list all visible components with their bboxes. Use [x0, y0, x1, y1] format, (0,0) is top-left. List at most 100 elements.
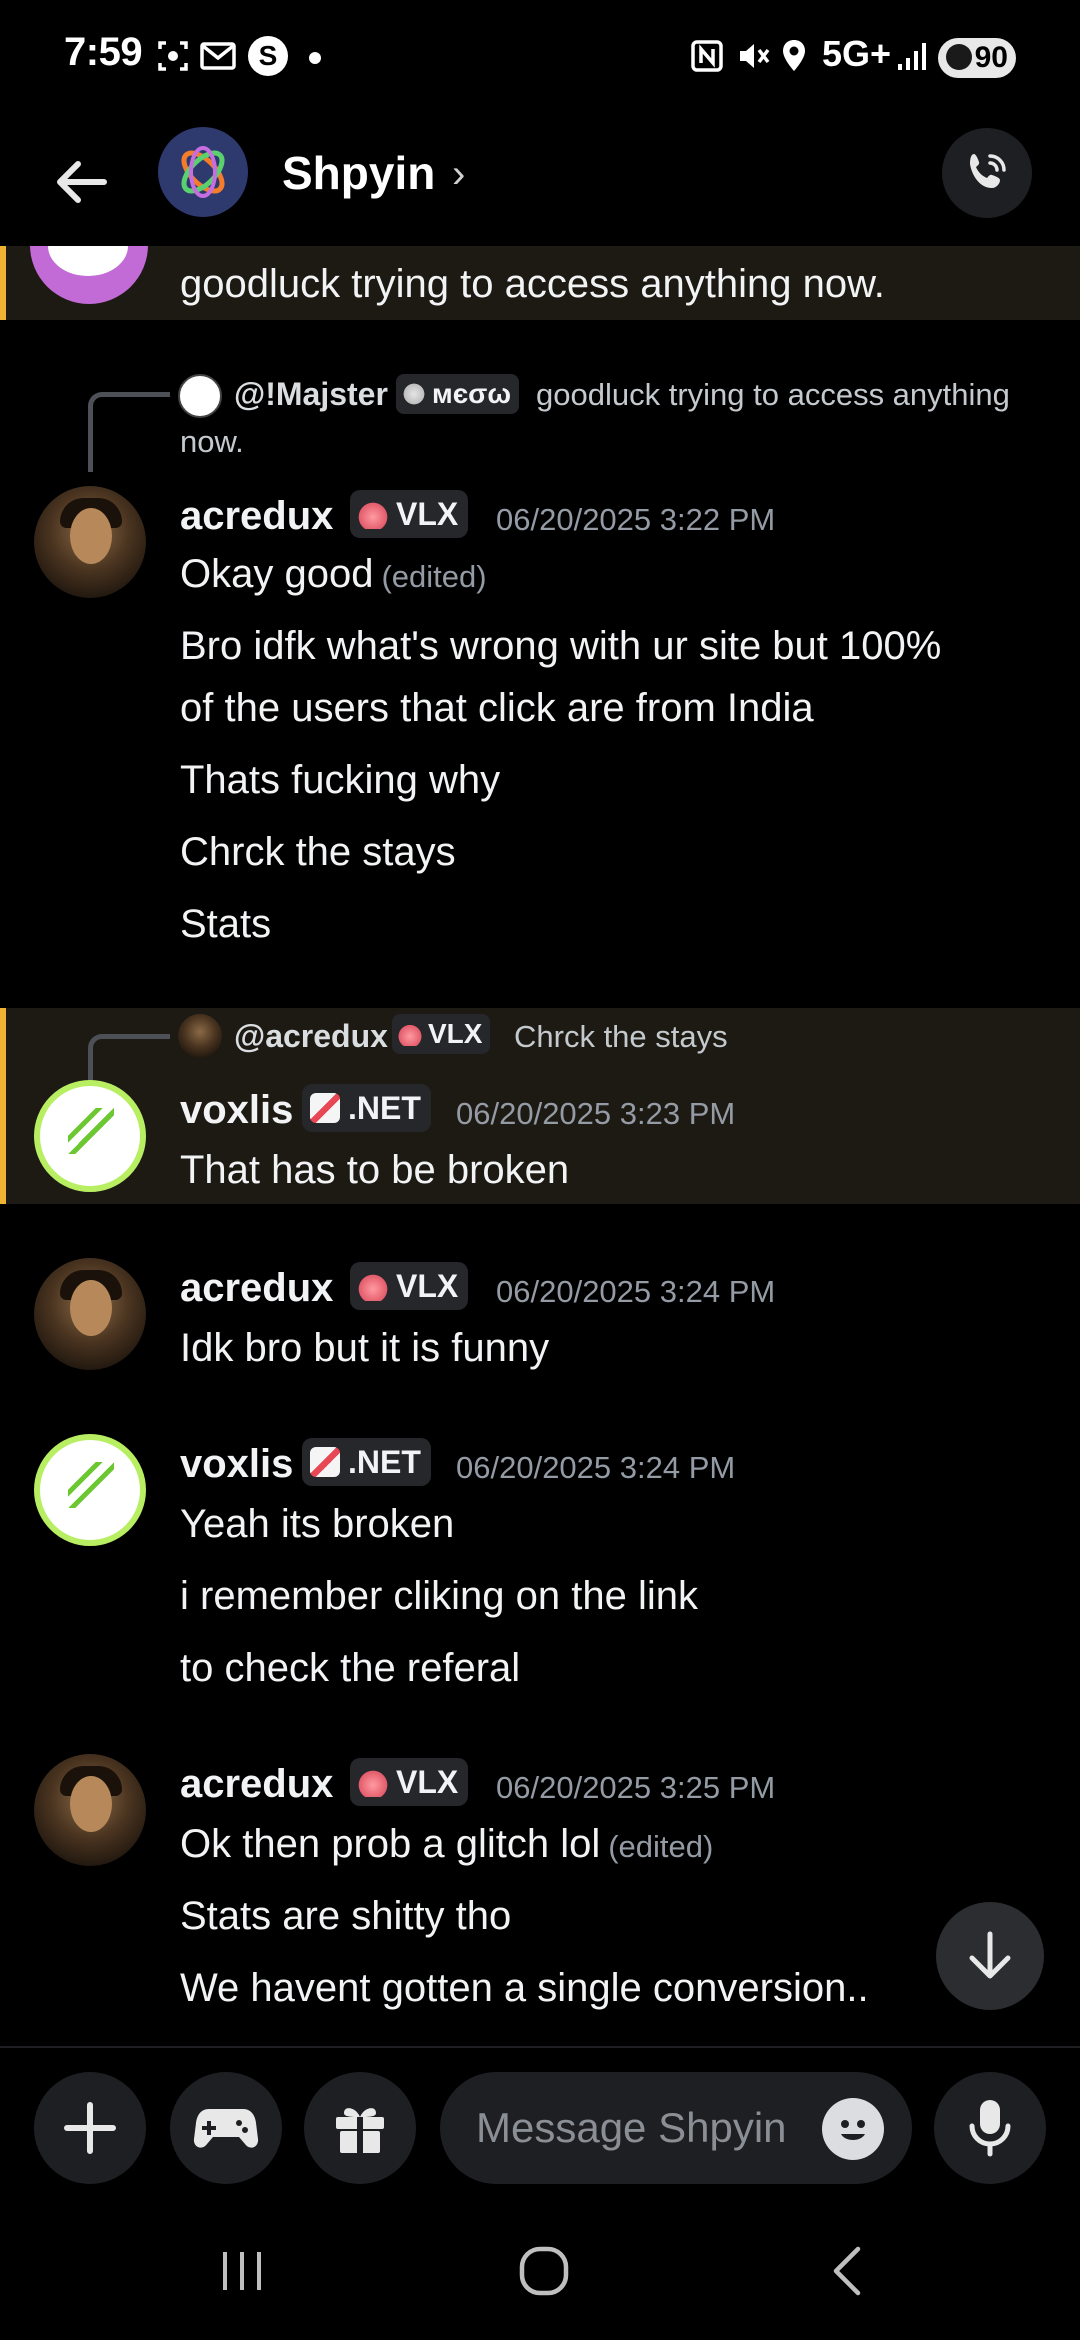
role-tag-label: .NET: [348, 1089, 421, 1126]
jump-to-latest-button[interactable]: [936, 1902, 1044, 2010]
reply-preview[interactable]: goodluck trying to access anything: [536, 372, 1010, 418]
arrow-down-icon: [969, 1931, 1011, 1979]
reply-preview-continued[interactable]: now.: [180, 419, 244, 465]
message-author[interactable]: acredux: [180, 1762, 333, 1807]
server-logo-icon: [181, 146, 225, 198]
back-arrow-icon: [57, 161, 107, 203]
message-text: Bro idfk what's wrong with ur site but 1…: [180, 624, 942, 668]
message-list[interactable]: goodluck trying to access anything now. …: [0, 246, 1080, 2046]
battery-indicator: 90: [938, 38, 1016, 78]
sword-tag-icon: [310, 1093, 340, 1123]
avatar[interactable]: [34, 1434, 146, 1546]
vlx-tag-icon: [358, 1767, 388, 1797]
message-text: Thats fucking why: [180, 758, 501, 802]
reply-tag: мєσω: [396, 374, 519, 414]
message-timestamp: 06/20/2025 3:24 PM: [496, 1274, 776, 1309]
gift-button[interactable]: [304, 2072, 416, 2184]
role-tag: VLX: [350, 1758, 469, 1806]
avatar[interactable]: [34, 1258, 146, 1370]
message-composer: [0, 2046, 1080, 2206]
screenshot-icon: [156, 36, 190, 76]
vlx-tag-icon: [398, 1022, 422, 1046]
message-author[interactable]: voxlis: [180, 1088, 293, 1133]
reply-author[interactable]: @!Majster: [234, 376, 388, 413]
location-icon: [780, 36, 808, 76]
gamepad-icon: [193, 2109, 259, 2148]
avatar[interactable]: [34, 1754, 146, 1866]
reply-author[interactable]: @acredux: [234, 1018, 388, 1055]
notification-s-icon: S: [248, 36, 288, 76]
server-avatar[interactable]: [158, 127, 248, 217]
chevron-right-icon[interactable]: ›: [452, 152, 465, 197]
emoji-button[interactable]: [822, 2098, 884, 2160]
message-timestamp: 06/20/2025 3:22 PM: [496, 502, 776, 537]
role-tag: .NET: [302, 1084, 431, 1132]
edited-label: (edited): [608, 1829, 714, 1864]
message-author[interactable]: acredux: [180, 1266, 333, 1311]
vlx-tag-icon: [358, 1271, 388, 1301]
attach-button[interactable]: [34, 2072, 146, 2184]
activities-button[interactable]: [170, 2072, 282, 2184]
channel-title[interactable]: Shpyin: [282, 146, 435, 200]
role-tag-label: VLX: [396, 495, 459, 532]
recents-button[interactable]: [192, 2236, 292, 2306]
home-button[interactable]: [494, 2236, 594, 2306]
message-text: Stats: [180, 902, 272, 946]
voice-message-button[interactable]: [934, 2072, 1046, 2184]
message-text: Okay good (edited): [180, 552, 487, 596]
emoji-icon: [841, 2120, 865, 2140]
edited-label: (edited): [381, 559, 487, 594]
message-author[interactable]: voxlis: [180, 1442, 293, 1487]
nav-back-button[interactable]: [798, 2236, 898, 2306]
message-timestamp: 06/20/2025 3:24 PM: [456, 1450, 736, 1485]
message-text: of the users that click are from India: [180, 686, 814, 730]
status-bar: 7:59 S 5G+ 90: [0, 0, 1080, 120]
message-author[interactable]: acredux: [180, 494, 333, 539]
message-text: Chrck the stays: [180, 830, 456, 874]
message-text: Stats are shitty tho: [180, 1894, 512, 1938]
nfc-icon: [690, 36, 724, 76]
message-text: Idk bro but it is funny: [180, 1326, 550, 1370]
role-tag: .NET: [302, 1438, 431, 1486]
battery-saver-icon: [946, 44, 972, 70]
message-timestamp: 06/20/2025 3:25 PM: [496, 1770, 776, 1805]
reply-tag: VLX: [392, 1014, 491, 1054]
message-text: That has to be broken: [180, 1148, 570, 1192]
status-time: 7:59: [64, 30, 143, 74]
more-notifications-dot-icon: [309, 52, 321, 64]
reply-avatar[interactable]: [178, 1014, 222, 1058]
reply-connector: [88, 1034, 170, 1082]
sword-tag-icon: [310, 1447, 340, 1477]
avatar[interactable]: [34, 486, 146, 598]
gift-icon: [336, 2108, 384, 2153]
signal-icon: [896, 36, 928, 76]
reply-tag-label: мєσω: [432, 378, 511, 409]
nav-back-icon: [833, 2246, 861, 2296]
reply-avatar[interactable]: [178, 374, 222, 418]
message-text: Ok then prob a glitch lol (edited): [180, 1822, 714, 1866]
recents-icon: [223, 2252, 261, 2290]
message-text: goodluck trying to access anything now.: [180, 262, 885, 306]
avatar[interactable]: [34, 1080, 146, 1192]
battery-level: 90: [974, 41, 1008, 74]
call-icon: [970, 154, 1006, 188]
reply-preview[interactable]: Chrck the stays: [514, 1014, 728, 1060]
chat-header: Shpyin ›: [0, 120, 1080, 246]
app-screen: 7:59 S 5G+ 90 Shpyin › goodluck trying t…: [0, 0, 1080, 2340]
message-text: We havent gotten a single conversion..: [180, 1966, 869, 2010]
back-button[interactable]: [40, 142, 120, 222]
voice-call-button[interactable]: [942, 128, 1032, 218]
reply-tag-label: VLX: [428, 1018, 483, 1049]
mic-icon: [969, 2100, 1011, 2157]
message-timestamp: 06/20/2025 3:23 PM: [456, 1096, 736, 1131]
role-tag-label: VLX: [396, 1763, 459, 1800]
mail-icon: [200, 36, 236, 76]
vlx-tag-icon: [358, 499, 388, 529]
home-icon: [519, 2246, 569, 2296]
plus-icon: [64, 2102, 116, 2154]
reply-connector: [88, 392, 170, 472]
system-nav-bar: [0, 2206, 1080, 2340]
heart-tag-icon: [402, 382, 426, 406]
message-text: to check the referal: [180, 1646, 521, 1690]
message-text: Yeah its broken: [180, 1502, 455, 1546]
